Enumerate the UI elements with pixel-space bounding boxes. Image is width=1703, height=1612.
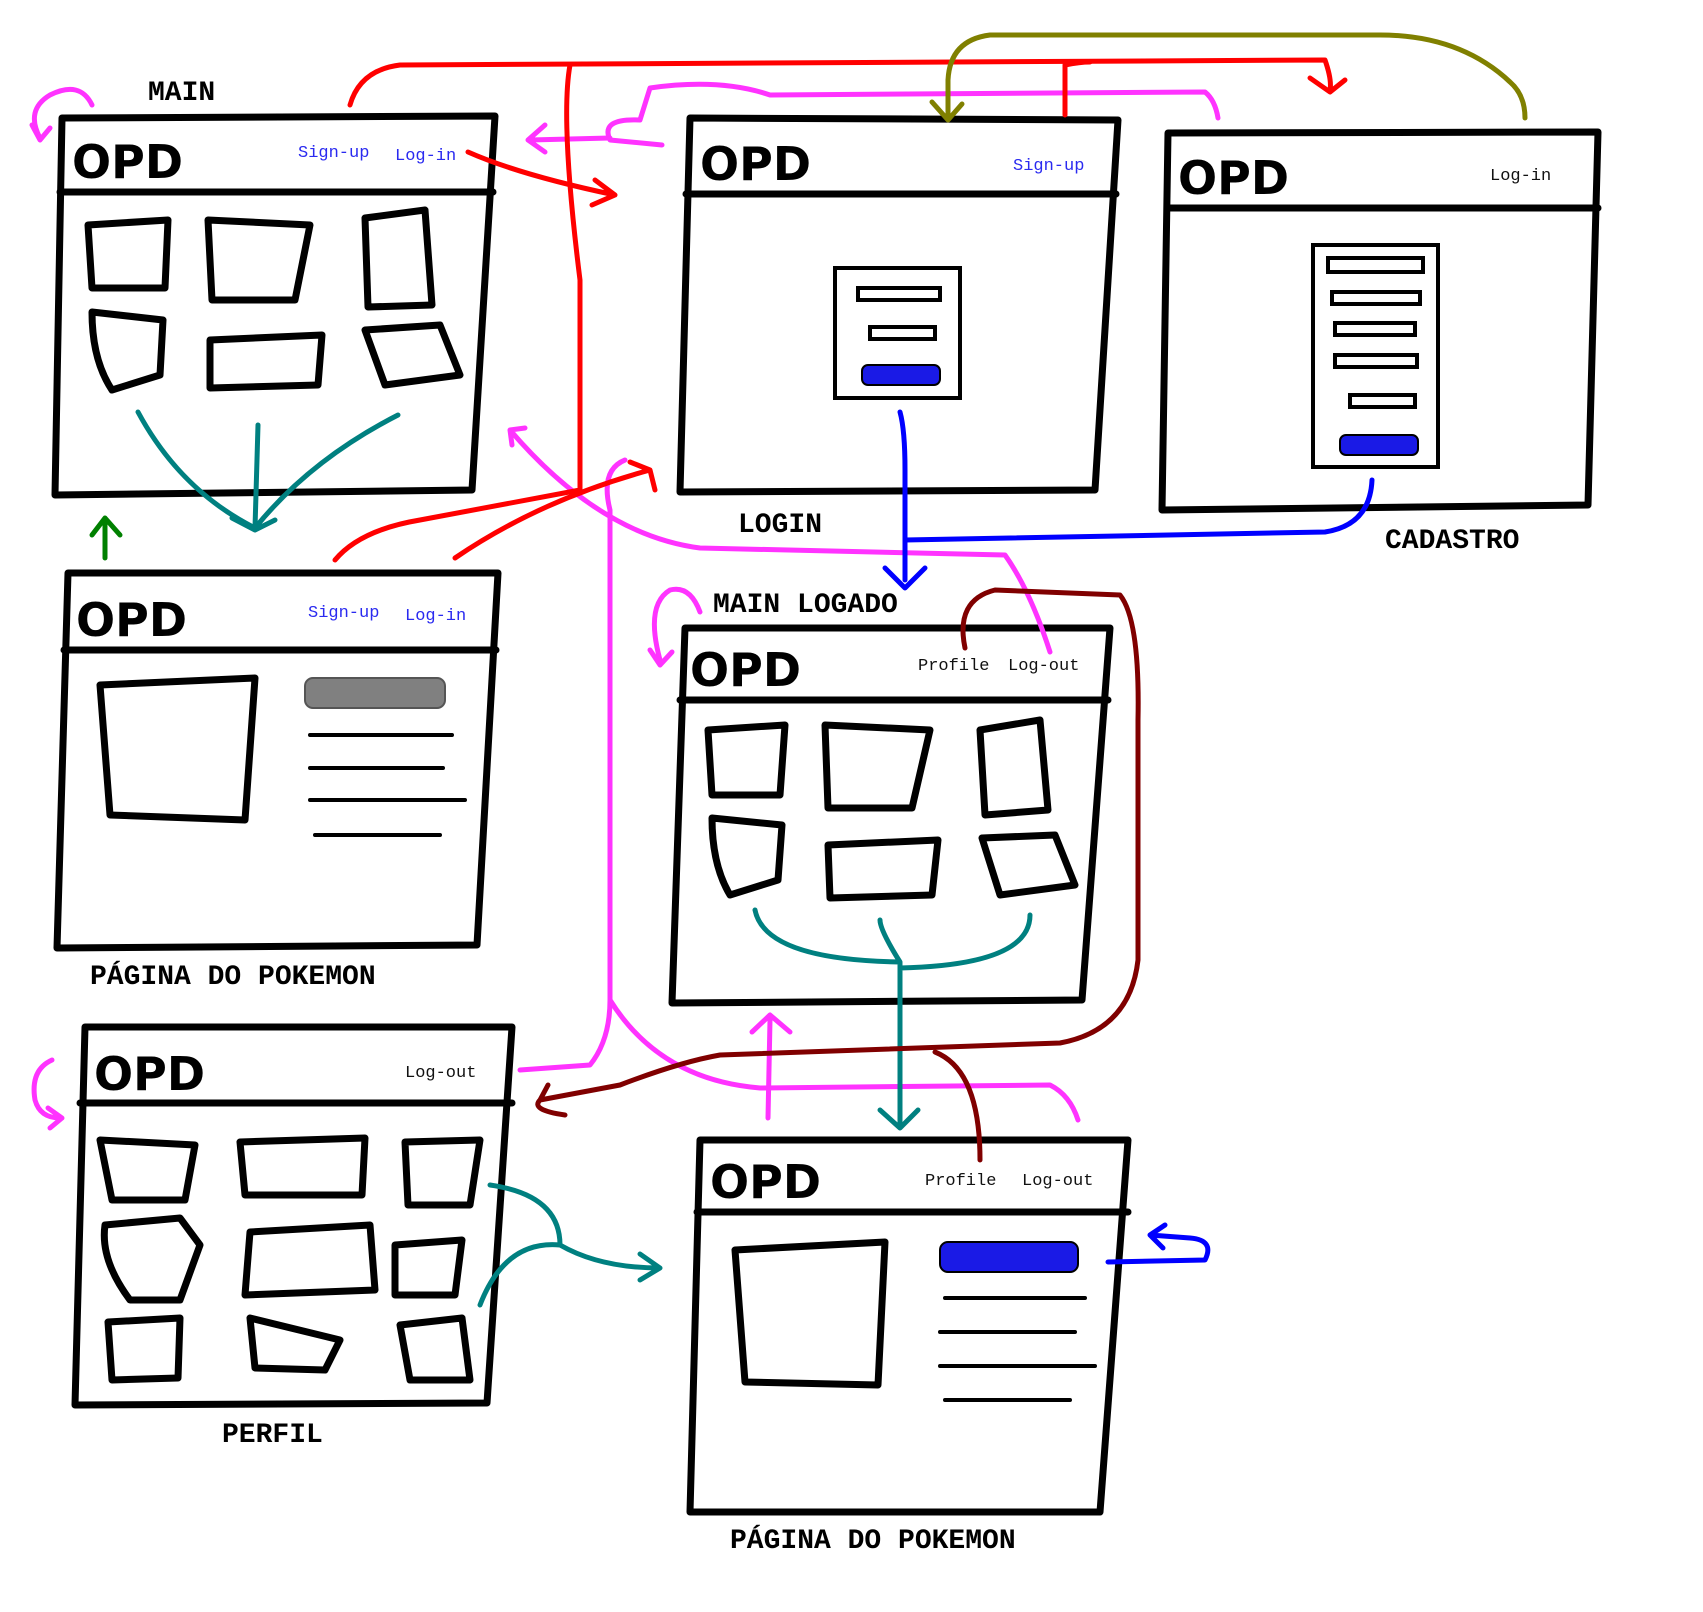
nav-profile-link[interactable]: Profile xyxy=(918,657,989,676)
action-button[interactable] xyxy=(304,677,446,709)
blue-flow-arrows xyxy=(882,409,1375,1265)
favorite-card[interactable] xyxy=(241,1221,379,1299)
pokemon-card[interactable] xyxy=(361,321,464,389)
nav-logout-link[interactable]: Log-out xyxy=(405,1064,476,1083)
signup-field[interactable] xyxy=(1333,321,1417,337)
nav-login-link[interactable]: Log-in xyxy=(405,607,466,626)
opd-logo-icon: OPD xyxy=(710,1155,821,1209)
nav-login-link[interactable]: Log-in xyxy=(1490,167,1551,186)
screen-title-pokemon-page: PÁGINA DO POKEMON xyxy=(90,961,376,993)
screen-pokemon-page: OPD Sign-up Log-in PÁGINA DO POKEMON xyxy=(53,569,502,993)
pokemon-card[interactable] xyxy=(84,216,172,292)
favorite-card[interactable] xyxy=(236,1134,369,1199)
nav-signup-link[interactable]: Sign-up xyxy=(308,604,379,623)
signup-field[interactable] xyxy=(1333,353,1419,369)
opd-logo-icon: OPD xyxy=(690,643,801,697)
screen-perfil: OPD Log-out PERFIL xyxy=(71,1023,516,1451)
green-flow-arrow xyxy=(89,515,123,561)
favorite-card[interactable] xyxy=(396,1314,474,1384)
nav-login-link[interactable]: Log-in xyxy=(395,147,456,166)
screen-title-cadastro: CADASTRO xyxy=(1385,526,1519,557)
login-submit-button[interactable] xyxy=(861,364,941,386)
screen-main-logado: MAIN LOGADO OPD Profile Log-out xyxy=(668,590,1114,1007)
screen-title-login: LOGIN xyxy=(738,510,822,541)
opd-logo-icon: OPD xyxy=(72,135,183,189)
signup-field[interactable] xyxy=(1326,256,1425,274)
opd-logo-icon: OPD xyxy=(94,1047,205,1101)
pokemon-card[interactable] xyxy=(978,831,1079,899)
pokemon-card[interactable] xyxy=(88,308,167,394)
favorite-card[interactable] xyxy=(104,1314,184,1384)
pokemon-image xyxy=(731,1238,889,1389)
favorite-card[interactable] xyxy=(246,1314,344,1374)
pokemon-card[interactable] xyxy=(361,206,436,311)
opd-logo-icon: OPD xyxy=(76,593,187,647)
olive-flow-arrow xyxy=(929,32,1528,123)
signup-field[interactable] xyxy=(1330,290,1422,306)
pokemon-card[interactable] xyxy=(206,331,326,392)
screen-title-main: MAIN xyxy=(148,78,215,109)
pokemon-card[interactable] xyxy=(204,216,314,304)
favorite-card[interactable] xyxy=(100,1214,204,1304)
opd-logo-icon: OPD xyxy=(1178,151,1289,205)
favorite-card[interactable] xyxy=(96,1136,199,1204)
nav-logout-link[interactable]: Log-out xyxy=(1022,1172,1093,1191)
pokemon-info-lines xyxy=(308,733,467,837)
pokemon-card[interactable] xyxy=(976,716,1052,819)
username-field[interactable] xyxy=(856,286,942,302)
pokemon-card[interactable] xyxy=(821,721,934,812)
pokemon-card[interactable] xyxy=(824,836,942,902)
favorite-card[interactable] xyxy=(401,1136,484,1209)
screen-title-main-logado: MAIN LOGADO xyxy=(713,590,898,621)
pokemon-info-lines xyxy=(938,1296,1097,1402)
pokemon-card[interactable] xyxy=(704,721,789,799)
screen-title-perfil: PERFIL xyxy=(222,1420,323,1451)
wireflow-diagram: MAIN OPD Sign-up Log-in OPD Sign-up LOGI… xyxy=(29,32,1602,1557)
nav-signup-link[interactable]: Sign-up xyxy=(1013,157,1084,176)
teal-flow-arrows xyxy=(135,409,1033,1308)
screen-title-pokemon-page-logado: PÁGINA DO POKEMON xyxy=(730,1525,1016,1557)
signup-field[interactable] xyxy=(1348,393,1417,409)
pokemon-image xyxy=(96,674,259,824)
nav-profile-link[interactable]: Profile xyxy=(925,1172,996,1191)
password-field[interactable] xyxy=(868,325,937,341)
screen-pokemon-page-logado: OPD Profile Log-out PÁGINA DO POKEMON xyxy=(686,1136,1132,1557)
signup-submit-button[interactable] xyxy=(1339,434,1419,456)
pokemon-card[interactable] xyxy=(708,814,786,899)
nav-logout-link[interactable]: Log-out xyxy=(1008,657,1079,676)
screen-cadastro: OPD Log-in CADASTRO xyxy=(1158,128,1602,557)
screen-login: OPD Sign-up LOGIN xyxy=(676,114,1122,541)
favorite-card[interactable] xyxy=(391,1236,466,1299)
opd-logo-icon: OPD xyxy=(700,137,811,191)
screen-main: MAIN OPD Sign-up Log-in xyxy=(51,78,499,499)
favorite-button[interactable] xyxy=(939,1241,1079,1273)
nav-signup-link[interactable]: Sign-up xyxy=(298,144,369,163)
